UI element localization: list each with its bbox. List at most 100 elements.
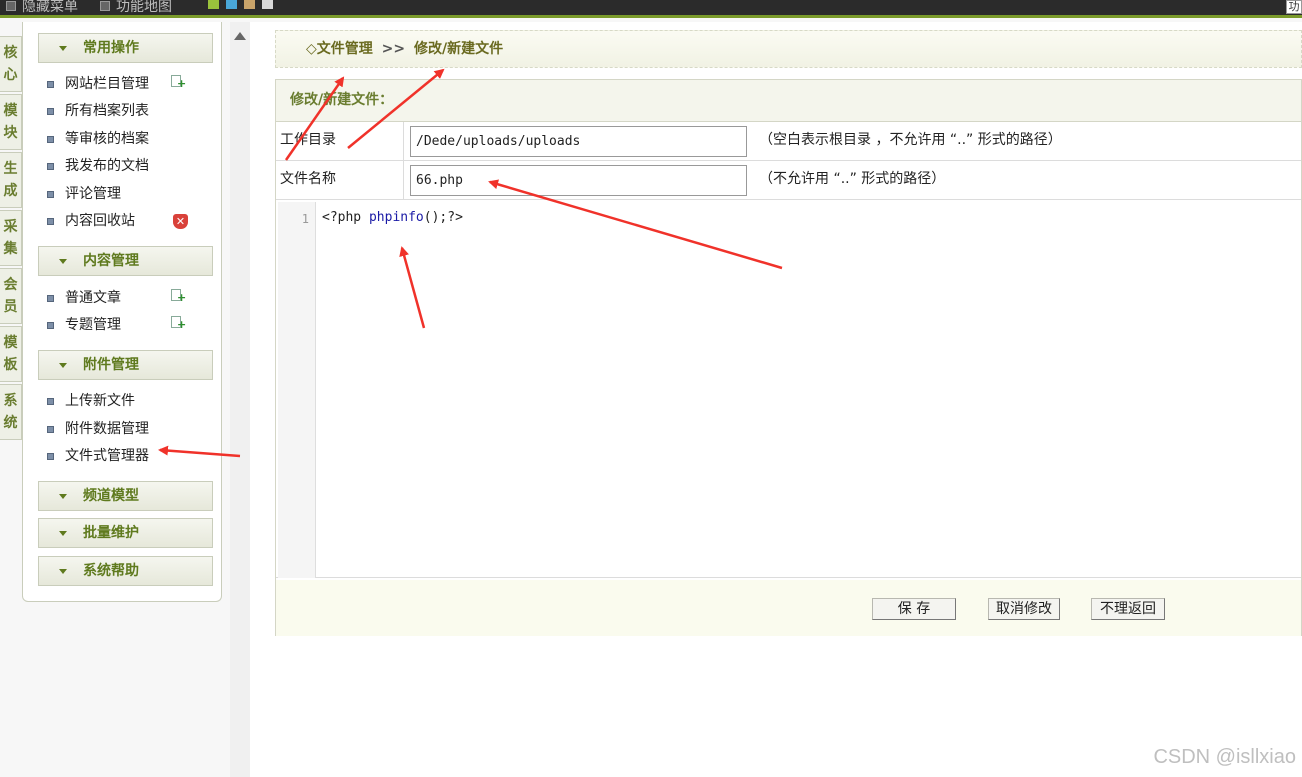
form-footer: 保 存 取消修改 不理返回: [276, 580, 1301, 636]
code-function: phpinfo: [368, 210, 424, 225]
menu-item-label: 所有档案列表: [65, 103, 149, 119]
top-right-button[interactable]: 功: [1286, 0, 1302, 14]
group-content[interactable]: 内容管理: [38, 246, 213, 276]
bullet-icon: [47, 295, 54, 302]
bullet-icon: [47, 453, 54, 460]
vtab-module[interactable]: 模块: [0, 94, 22, 150]
code-line[interactable]: <?php phpinfo();?>: [322, 210, 463, 225]
vtab-system[interactable]: 系统: [0, 384, 22, 440]
function-map-button[interactable]: 功能地图: [100, 0, 172, 16]
menu-item-label: 网站栏目管理: [65, 76, 149, 92]
bullet-icon: [47, 426, 54, 433]
work-dir-row: 工作目录 （空白表示根目录 ，不允许用 “..” 形式的路径）: [276, 122, 1301, 161]
vtab-collect[interactable]: 采集: [0, 210, 22, 266]
group-help[interactable]: 系统帮助: [38, 556, 213, 586]
panel-title: 修改/新建文件：: [276, 80, 1301, 122]
cancel-edit-button[interactable]: 取消修改: [988, 598, 1060, 620]
menu-item-label: 普通文章: [65, 290, 121, 306]
chevron-down-icon: [59, 363, 67, 368]
group-batch[interactable]: 批量维护: [38, 518, 213, 548]
breadcrumb-root[interactable]: ◇文件管理: [306, 41, 373, 57]
bullet-icon: [47, 322, 54, 329]
vtab-template[interactable]: 模板: [0, 326, 22, 382]
bullet-icon: [47, 398, 54, 405]
group-batch-title: 批量维护: [83, 525, 139, 541]
menu-item-recycle-bin[interactable]: 内容回收站: [47, 211, 135, 231]
sidebar-menu: 常用操作 网站栏目管理 + 所有档案列表 等审核的档案 我发布的文档 评论管理 …: [22, 22, 222, 602]
vertical-tabs: 核心 模块 生成 采集 会员 模板 系统: [0, 36, 22, 442]
bullet-icon: [47, 81, 54, 88]
menu-item-attachment-data[interactable]: 附件数据管理: [47, 419, 149, 439]
chevron-down-icon: [59, 494, 67, 499]
code-open-tag: <?php: [322, 210, 369, 225]
menu-item-label: 专题管理: [65, 317, 121, 333]
vtab-core[interactable]: 核心: [0, 36, 22, 92]
clear-recycle-icon[interactable]: ✕: [173, 214, 188, 229]
code-editor[interactable]: 1 <?php phpinfo();?>: [276, 200, 1301, 578]
skin-green-icon[interactable]: [208, 0, 219, 9]
group-content-title: 内容管理: [83, 253, 139, 269]
menu-item-label: 文件式管理器: [65, 448, 149, 464]
group-common[interactable]: 常用操作: [38, 33, 213, 63]
bullet-icon: [47, 191, 54, 198]
group-channel-title: 频道模型: [83, 488, 139, 504]
menu-item-label: 评论管理: [65, 186, 121, 202]
bullet-icon: [47, 136, 54, 143]
watermark: CSDN @isllxiao: [1153, 746, 1296, 768]
function-map-label: 功能地图: [116, 0, 172, 15]
filename-input[interactable]: [410, 165, 747, 196]
add-page-icon[interactable]: +: [171, 75, 186, 89]
work-dir-input[interactable]: [410, 126, 747, 157]
work-dir-label: 工作目录: [276, 122, 404, 160]
breadcrumb-current: 修改/新建文件: [414, 41, 504, 57]
back-button[interactable]: 不理返回: [1091, 598, 1165, 620]
work-dir-hint: （空白表示根目录 ，不允许用 “..” 形式的路径）: [759, 132, 1062, 148]
grid-icon: [100, 1, 110, 11]
filename-row: 文件名称 （不允许用 “..” 形式的路径）: [276, 161, 1301, 200]
menu-icon: [6, 1, 16, 11]
hide-menu-label: 隐藏菜单: [22, 0, 78, 15]
bullet-icon: [47, 163, 54, 170]
group-attachment-title: 附件管理: [83, 357, 139, 373]
vtab-generate[interactable]: 生成: [0, 152, 22, 208]
sidebar-splitter[interactable]: [230, 22, 250, 777]
line-number-gutter: 1: [278, 202, 316, 578]
add-page-icon[interactable]: +: [171, 289, 186, 303]
save-button[interactable]: 保 存: [872, 598, 956, 620]
code-close: ();?>: [423, 210, 463, 225]
menu-item-pending-review[interactable]: 等审核的档案: [47, 129, 149, 149]
chevron-down-icon: [59, 46, 67, 51]
add-page-icon[interactable]: +: [171, 316, 186, 330]
bullet-icon: [47, 108, 54, 115]
menu-item-label: 内容回收站: [65, 213, 135, 229]
skin-blue-icon[interactable]: [226, 0, 237, 9]
top-toolbar: 隐藏菜单 功能地图 功: [0, 0, 1302, 18]
menu-item-comments[interactable]: 评论管理: [47, 184, 121, 204]
collapse-up-icon[interactable]: [234, 32, 246, 40]
hide-menu-button[interactable]: 隐藏菜单: [6, 0, 78, 16]
chevron-down-icon: [59, 259, 67, 264]
filename-hint: （不允许用 “..” 形式的路径）: [759, 171, 946, 187]
main-content: ◇文件管理 >> 修改/新建文件 修改/新建文件： 工作目录 （空白表示根目录 …: [250, 22, 1302, 777]
chevron-down-icon: [59, 531, 67, 536]
menu-item-upload-file[interactable]: 上传新文件: [47, 391, 135, 411]
menu-item-column-manage[interactable]: 网站栏目管理: [47, 74, 149, 94]
group-common-title: 常用操作: [83, 40, 139, 56]
menu-item-my-docs[interactable]: 我发布的文档: [47, 156, 149, 176]
bullet-icon: [47, 218, 54, 225]
menu-item-label: 我发布的文档: [65, 158, 149, 174]
group-channel-model[interactable]: 频道模型: [38, 481, 213, 511]
vtab-member[interactable]: 会员: [0, 268, 22, 324]
skin-brown-icon[interactable]: [244, 0, 255, 9]
breadcrumb: ◇文件管理 >> 修改/新建文件: [275, 30, 1302, 68]
menu-item-topics[interactable]: 专题管理: [47, 315, 121, 335]
menu-item-articles[interactable]: 普通文章: [47, 288, 121, 308]
breadcrumb-separator: >>: [381, 41, 406, 57]
edit-file-panel: 修改/新建文件： 工作目录 （空白表示根目录 ，不允许用 “..” 形式的路径）…: [275, 79, 1302, 636]
menu-item-all-archives[interactable]: 所有档案列表: [47, 101, 149, 121]
menu-item-file-manager[interactable]: 文件式管理器: [47, 446, 149, 466]
skin-gray-icon[interactable]: [262, 0, 273, 9]
menu-item-label: 附件数据管理: [65, 421, 149, 437]
group-attachment[interactable]: 附件管理: [38, 350, 213, 380]
menu-item-label: 等审核的档案: [65, 131, 149, 147]
